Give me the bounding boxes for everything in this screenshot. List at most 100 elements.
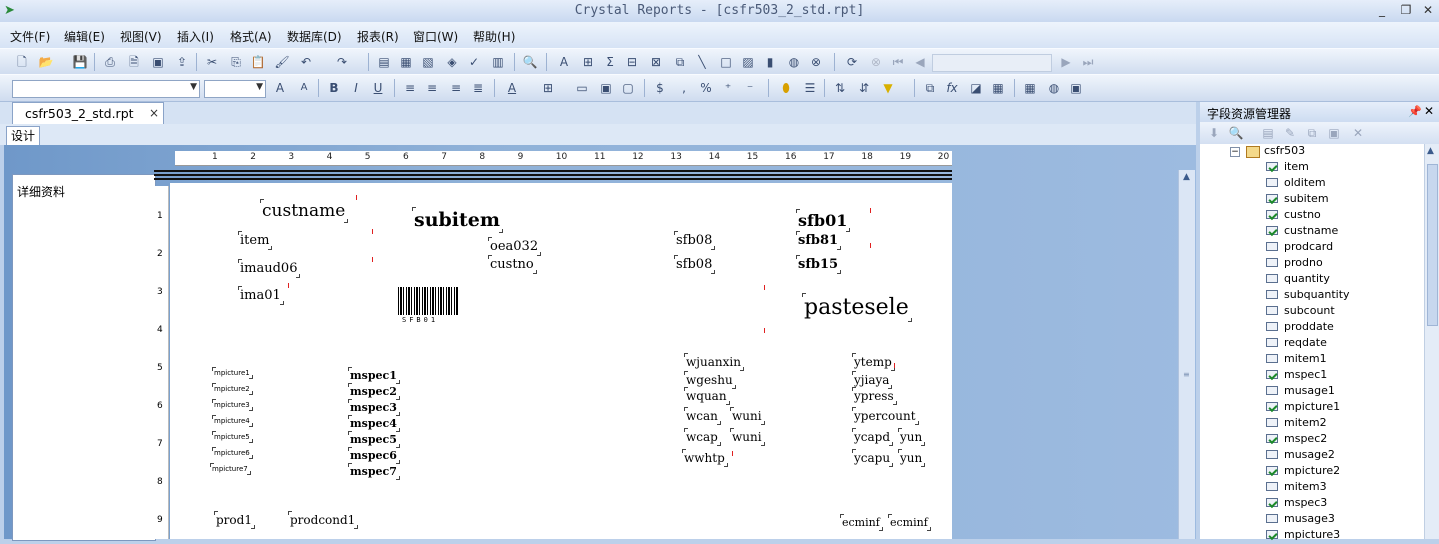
suppress-icon[interactable]: ▭ bbox=[574, 80, 590, 96]
align-center-icon[interactable]: ≡ bbox=[424, 80, 440, 96]
save-icon[interactable]: 💾 bbox=[72, 54, 88, 70]
field-mspec[interactable]: mspec5 bbox=[348, 431, 400, 448]
font-color-icon[interactable]: A bbox=[504, 80, 520, 96]
collapse-icon[interactable]: − bbox=[1230, 147, 1240, 157]
menu-database[interactable]: 数据库(D) bbox=[287, 28, 342, 45]
template-icon[interactable]: ▦ bbox=[990, 80, 1006, 96]
line-icon[interactable]: ╲ bbox=[694, 54, 710, 70]
field-custno[interactable]: custno bbox=[488, 255, 537, 274]
barcode[interactable] bbox=[398, 287, 458, 315]
box-icon[interactable]: □ bbox=[718, 54, 734, 70]
field-mpicture[interactable]: mpicture6 bbox=[212, 447, 253, 459]
field-explorer-icon[interactable]: ▦ bbox=[398, 54, 414, 70]
menu-help[interactable]: 帮助(H) bbox=[473, 28, 515, 45]
repository-icon[interactable]: ◈ bbox=[444, 54, 460, 70]
field-ytemp[interactable]: ytemp bbox=[852, 353, 895, 371]
group-icon[interactable]: ⊞ bbox=[580, 54, 596, 70]
flash-icon[interactable]: ⊗ bbox=[808, 54, 824, 70]
field-mpicture[interactable]: mpicture1 bbox=[212, 367, 253, 379]
map-icon[interactable]: ◍ bbox=[786, 54, 802, 70]
picture-icon[interactable]: ▨ bbox=[740, 54, 756, 70]
previous-page-icon[interactable]: ◀ bbox=[912, 54, 928, 70]
redo-icon[interactable]: ↷ bbox=[334, 54, 350, 70]
paste-icon[interactable]: 📋 bbox=[250, 54, 266, 70]
summary-icon[interactable]: Σ bbox=[602, 54, 618, 70]
field-prodcond1[interactable]: prodcond1 bbox=[287, 511, 359, 529]
first-page-icon[interactable]: ⏮ bbox=[890, 54, 906, 70]
next-page-icon[interactable]: ▶ bbox=[1058, 54, 1074, 70]
field-pastesele[interactable]: pastesele bbox=[802, 293, 912, 322]
bold-icon[interactable]: B bbox=[326, 80, 342, 96]
field-prod1[interactable]: prod1 bbox=[214, 511, 255, 529]
field-sfb08[interactable]: sfb08 bbox=[673, 231, 716, 250]
align-right-icon[interactable]: ≡ bbox=[448, 80, 464, 96]
decrease-font-icon[interactable]: A bbox=[296, 80, 312, 96]
lock-format-icon[interactable]: ▣ bbox=[598, 80, 614, 96]
field-wjuanxin[interactable]: wjuanxin bbox=[684, 353, 744, 371]
copy-icon[interactable]: ⎘ bbox=[228, 54, 244, 70]
align-left-icon[interactable]: ≡ bbox=[402, 80, 418, 96]
field-mpicture[interactable]: mpicture5 bbox=[212, 431, 253, 443]
design-vertical-scrollbar[interactable]: ▲ ≡ bbox=[1178, 170, 1195, 539]
vertical-ruler[interactable]: 1 2 3 4 5 6 7 8 9 bbox=[154, 186, 169, 539]
export-icon[interactable]: ⇪ bbox=[174, 54, 190, 70]
field-wcap[interactable]: wcap bbox=[684, 428, 721, 446]
menu-window[interactable]: 窗口(W) bbox=[413, 28, 458, 45]
report-explorer-icon[interactable]: ▧ bbox=[420, 54, 436, 70]
highlight-icon[interactable]: ◪ bbox=[968, 80, 984, 96]
workbench-icon[interactable]: ▥ bbox=[490, 54, 506, 70]
field-wcan[interactable]: wcan bbox=[684, 407, 721, 425]
record-list-icon[interactable]: ☰ bbox=[802, 80, 818, 96]
font-name-combo[interactable]: ▼ bbox=[12, 80, 200, 98]
web-icon[interactable]: ◍ bbox=[1046, 80, 1062, 96]
close-panel-icon[interactable]: ✕ bbox=[1424, 104, 1434, 118]
field-ecminf[interactable]: ecminf bbox=[840, 514, 883, 531]
filter-icon[interactable]: ▼ bbox=[880, 80, 896, 96]
page-preview-icon[interactable]: ▣ bbox=[150, 54, 166, 70]
page-number-box[interactable] bbox=[932, 54, 1052, 72]
menu-view[interactable]: 视图(V) bbox=[120, 28, 162, 45]
menu-format[interactable]: 格式(A) bbox=[230, 28, 272, 45]
subreport-icon[interactable]: ⧉ bbox=[672, 54, 688, 70]
field-wquan[interactable]: wquan bbox=[684, 387, 730, 405]
field-mpicture[interactable]: mpicture4 bbox=[212, 415, 253, 427]
chart-icon[interactable]: ▮ bbox=[762, 54, 778, 70]
close-button[interactable]: ✕ bbox=[1419, 2, 1437, 18]
rename-field-icon[interactable]: ▣ bbox=[1326, 125, 1342, 141]
field-sfb01[interactable]: sfb01 bbox=[795, 209, 851, 232]
scroll-up-icon[interactable]: ▲ bbox=[1427, 146, 1434, 156]
thousands-icon[interactable]: , bbox=[676, 80, 692, 96]
pin-icon[interactable]: 📌 bbox=[1408, 105, 1422, 118]
section-panel[interactable]: 详细资料 bbox=[12, 174, 156, 541]
group-tree-icon[interactable]: ▤ bbox=[376, 54, 392, 70]
scroll-up-icon[interactable]: ▲ bbox=[1181, 172, 1192, 184]
menu-file[interactable]: 文件(F) bbox=[10, 28, 50, 45]
field-yjiaya[interactable]: yjiaya bbox=[851, 371, 893, 389]
field-item[interactable]: item bbox=[237, 231, 273, 250]
cut-icon[interactable]: ✂ bbox=[204, 54, 220, 70]
border-icon[interactable]: ⊞ bbox=[540, 80, 556, 96]
italic-icon[interactable]: I bbox=[348, 80, 364, 96]
insert-field-icon[interactable]: ⬇ bbox=[1206, 125, 1222, 141]
close-tab-icon[interactable]: × bbox=[149, 106, 159, 120]
field-yun[interactable]: yun bbox=[897, 428, 926, 446]
field-mspec[interactable]: mspec1 bbox=[348, 367, 400, 384]
new-field-icon[interactable]: ▤ bbox=[1260, 125, 1276, 141]
table-icon[interactable]: ▣ bbox=[1068, 80, 1084, 96]
field-tree-scrollbar[interactable]: ▲ bbox=[1424, 144, 1439, 539]
field-ecminf[interactable]: ecminf bbox=[888, 514, 931, 531]
browse-icon[interactable]: 🔍 bbox=[1228, 125, 1244, 141]
field-imaud06[interactable]: imaud06 bbox=[237, 259, 301, 278]
formula-icon[interactable]: fx bbox=[944, 80, 960, 96]
field-wuni[interactable]: wuni bbox=[730, 407, 765, 425]
scroll-grip-icon[interactable]: ≡ bbox=[1183, 370, 1191, 382]
field-ycapu[interactable]: ycapu bbox=[851, 449, 894, 467]
field-ypress[interactable]: ypress bbox=[852, 387, 897, 405]
lock-size-icon[interactable]: ▢ bbox=[620, 80, 636, 96]
menu-edit[interactable]: 编辑(E) bbox=[64, 28, 105, 45]
new-icon[interactable]: 🗋 bbox=[14, 54, 30, 70]
underline-icon[interactable]: U bbox=[370, 80, 386, 96]
dependency-checker-icon[interactable]: ✓ bbox=[466, 54, 482, 70]
currency-icon[interactable]: $ bbox=[652, 80, 668, 96]
tree-root[interactable]: csfr503 bbox=[1264, 144, 1305, 157]
